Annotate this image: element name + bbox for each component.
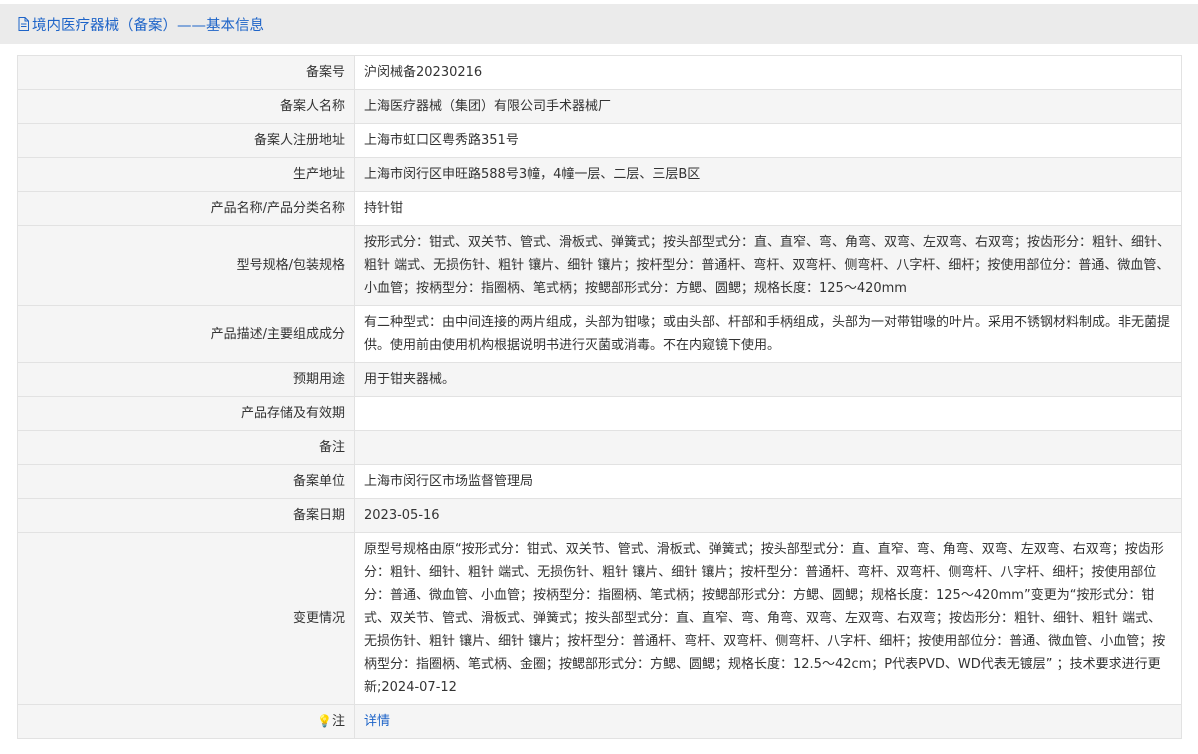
row-label: 产品描述/主要组成成分 <box>17 305 355 363</box>
table-row: 预期用途 用于钳夹器械。 <box>17 362 1182 397</box>
row-value: 持针钳 <box>354 191 1182 226</box>
row-label: 备案日期 <box>17 498 355 533</box>
row-value <box>354 430 1182 465</box>
table-row: 产品名称/产品分类名称 持针钳 <box>17 191 1182 226</box>
note-row: 💡注 详情 <box>17 704 1182 739</box>
row-value: 上海医疗器械（集团）有限公司手术器械厂 <box>354 89 1182 124</box>
row-label: 备案人名称 <box>17 89 355 124</box>
table-row: 生产地址 上海市闵行区申旺路588号3幢，4幢一层、二层、三层B区 <box>17 157 1182 192</box>
row-value: 原型号规格由原“按形式分：钳式、双关节、管式、滑板式、弹簧式；按头部型式分：直、… <box>354 532 1182 705</box>
row-label: 产品名称/产品分类名称 <box>17 191 355 226</box>
row-value: 上海市闵行区申旺路588号3幢，4幢一层、二层、三层B区 <box>354 157 1182 192</box>
note-label: 💡注 <box>17 704 355 739</box>
row-label: 备案人注册地址 <box>17 123 355 158</box>
row-label: 预期用途 <box>17 362 355 397</box>
row-label: 变更情况 <box>17 532 355 705</box>
row-label: 备案号 <box>17 55 355 90</box>
row-value: 按形式分：钳式、双关节、管式、滑板式、弹簧式；按头部型式分：直、直窄、弯、角弯、… <box>354 225 1182 306</box>
row-label: 型号规格/包装规格 <box>17 225 355 306</box>
note-label-text: 注 <box>331 714 345 729</box>
row-value: 上海市闵行区市场监督管理局 <box>354 464 1182 499</box>
table-row: 变更情况 原型号规格由原“按形式分：钳式、双关节、管式、滑板式、弹簧式；按头部型… <box>17 532 1182 705</box>
table-row: 备案日期 2023-05-16 <box>17 498 1182 533</box>
page-title-text: 境内医疗器械（备案）——基本信息 <box>32 17 264 34</box>
table-row: 备案号 沪闵械备20230216 <box>17 55 1182 90</box>
row-value: 2023-05-16 <box>354 498 1182 533</box>
note-value: 详情 <box>354 704 1182 739</box>
document-icon <box>18 17 29 31</box>
table-row: 备案单位 上海市闵行区市场监督管理局 <box>17 464 1182 499</box>
info-table: 备案号 沪闵械备20230216 备案人名称 上海医疗器械（集团）有限公司手术器… <box>17 55 1182 739</box>
table-row: 备案人注册地址 上海市虹口区粤秀路351号 <box>17 123 1182 158</box>
page-title: 境内医疗器械（备案）——基本信息 <box>18 14 264 35</box>
page-header: 境内医疗器械（备案）——基本信息 <box>0 4 1198 44</box>
table-row: 产品描述/主要组成成分 有二种型式：由中间连接的两片组成，头部为钳喙；或由头部、… <box>17 305 1182 363</box>
row-value: 有二种型式：由中间连接的两片组成，头部为钳喙；或由头部、杆部和手柄组成，头部为一… <box>354 305 1182 363</box>
row-label: 备案单位 <box>17 464 355 499</box>
row-label: 备注 <box>17 430 355 465</box>
details-link[interactable]: 详情 <box>364 714 390 729</box>
table-row: 型号规格/包装规格 按形式分：钳式、双关节、管式、滑板式、弹簧式；按头部型式分：… <box>17 225 1182 306</box>
table-row: 备案人名称 上海医疗器械（集团）有限公司手术器械厂 <box>17 89 1182 124</box>
row-value <box>354 396 1182 431</box>
row-label: 生产地址 <box>17 157 355 192</box>
row-value: 用于钳夹器械。 <box>354 362 1182 397</box>
table-row: 产品存储及有效期 <box>17 396 1182 431</box>
row-value: 上海市虹口区粤秀路351号 <box>354 123 1182 158</box>
row-value: 沪闵械备20230216 <box>354 55 1182 90</box>
row-label: 产品存储及有效期 <box>17 396 355 431</box>
table-row: 备注 <box>17 430 1182 465</box>
lightbulb-icon: 💡 <box>317 714 332 728</box>
